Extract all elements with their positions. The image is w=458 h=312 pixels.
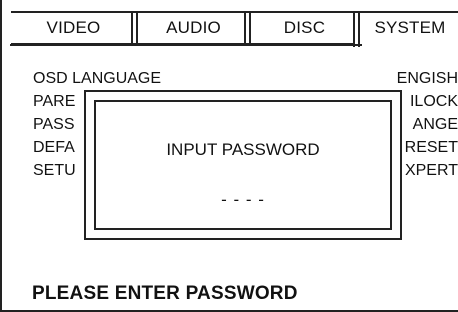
- tab-video[interactable]: VIDEO: [11, 11, 138, 45]
- tab-video-frame: VIDEO: [11, 13, 136, 43]
- menu-row-osd-language[interactable]: OSD LANGUAGE ENGISH: [33, 68, 458, 90]
- tab-disc-label: DISC: [283, 18, 326, 37]
- tab-audio[interactable]: AUDIO: [131, 11, 251, 45]
- osd-setup-screen: VIDEO AUDIO DISC SYSTEM OSD LANGUAGE ENG…: [0, 0, 458, 312]
- menu-row-value: ILOCK: [409, 93, 458, 110]
- password-dialog-frame: INPUT PASSWORD - - - -: [94, 100, 392, 230]
- tab-system-frame: SYSTEM: [358, 13, 458, 47]
- password-input[interactable]: - - - -: [96, 190, 390, 210]
- tab-video-label: VIDEO: [46, 18, 101, 37]
- tab-audio-label: AUDIO: [166, 18, 221, 37]
- status-message: PLEASE ENTER PASSWORD: [32, 283, 298, 304]
- menu-row-label: PARE: [33, 93, 76, 110]
- password-dialog: INPUT PASSWORD - - - -: [84, 90, 402, 240]
- menu-row-value: RESET: [404, 139, 458, 156]
- menu-row-value: XPERT: [404, 162, 458, 179]
- menu-row-value: ANGE: [412, 116, 458, 133]
- password-dialog-title: INPUT PASSWORD: [166, 140, 320, 159]
- menu-row-label: SETU: [33, 162, 76, 179]
- tab-audio-frame: AUDIO: [136, 13, 249, 43]
- tab-system-label: SYSTEM: [374, 18, 446, 37]
- menu-row-label: OSD LANGUAGE: [33, 70, 162, 87]
- menu-row-label: PASS: [33, 116, 75, 133]
- tab-disc-frame: DISC: [249, 13, 358, 43]
- tab-baseline-divider: [10, 44, 362, 46]
- menu-row-label: DEFA: [33, 139, 75, 156]
- tab-system[interactable]: SYSTEM: [353, 11, 458, 47]
- menu-row-value: ENGISH: [396, 70, 458, 87]
- tab-disc[interactable]: DISC: [244, 11, 360, 45]
